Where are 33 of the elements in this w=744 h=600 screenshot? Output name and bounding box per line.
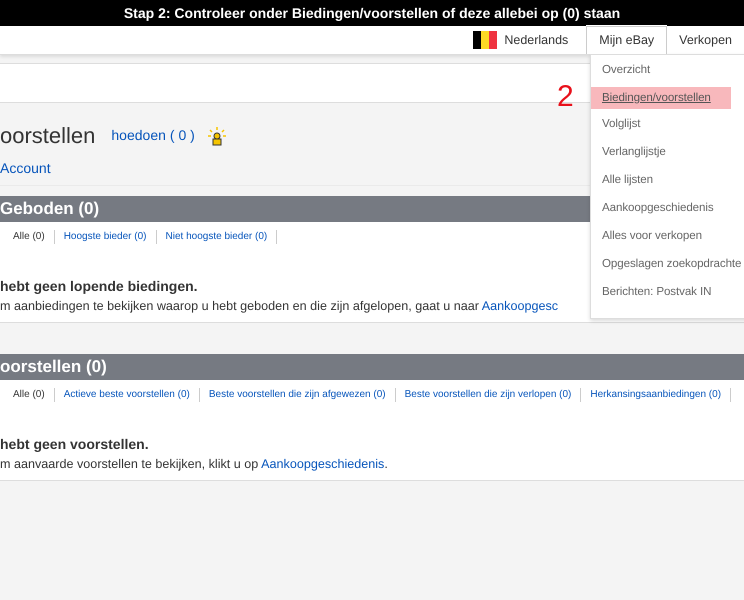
section-header: oorstellen (0)	[0, 354, 744, 380]
header-tab[interactable]: Verkopen	[667, 26, 744, 54]
menu-item[interactable]: Volglijst	[591, 115, 744, 143]
message-heading: hebt geen lopende biedingen.	[0, 277, 198, 296]
account-link[interactable]: Account	[0, 158, 51, 179]
filter-link[interactable]: Hoogste bieder (0)	[54, 230, 157, 244]
menu-item[interactable]: Alle lijsten	[591, 171, 744, 199]
menu-item[interactable]: Berichten: Postvak IN	[591, 283, 744, 311]
filter-link[interactable]: Alle (0)	[4, 388, 55, 402]
filter-link[interactable]: Actieve beste voorstellen (0)	[54, 388, 200, 402]
header-tab[interactable]: Mijn eBay	[586, 26, 668, 54]
history-link[interactable]: Aankoopgeschiedenis	[261, 457, 384, 471]
filter-link[interactable]: Niet hoogste bieder (0)	[156, 230, 278, 244]
menu-item[interactable]: Alles voor verkopen	[591, 227, 744, 255]
idea-icon	[206, 126, 227, 146]
menu-item[interactable]: Opgeslagen zoekopdrachte	[591, 255, 744, 283]
message-heading: hebt geen voorstellen.	[0, 435, 149, 454]
help-count[interactable]: ( 0 )	[170, 125, 195, 146]
page-title: oorstellen	[0, 122, 96, 150]
filter-link[interactable]: Herkansingsaanbiedingen (0)	[581, 388, 732, 402]
history-link[interactable]: Aankoopgesc	[482, 299, 558, 313]
language-link[interactable]: Nederlands	[504, 30, 568, 50]
help-link[interactable]: hoedoen	[111, 125, 166, 146]
flag-icon	[473, 31, 498, 49]
menu-item[interactable]: Biedingen/voorstellen	[591, 87, 731, 109]
menu-item[interactable]: Verlanglijstje	[591, 143, 744, 171]
caption-banner: Stap 2: Controleer onder Biedingen/voorstellen of deze allebei op (0) staan	[0, 0, 744, 26]
filter-link[interactable]: Alle (0)	[4, 230, 55, 244]
filter-link[interactable]: Beste voorstellen die zijn verlopen (0)	[396, 388, 582, 402]
menu-item[interactable]: Overzicht	[591, 61, 744, 89]
filter-link[interactable]: Beste voorstellen die zijn afgewezen (0)	[200, 388, 396, 402]
step-number: 2	[557, 80, 574, 114]
message-text: m aanvaarde voorstellen te bekijken, klikt u op Aankoopgeschiedenis.	[0, 456, 389, 473]
